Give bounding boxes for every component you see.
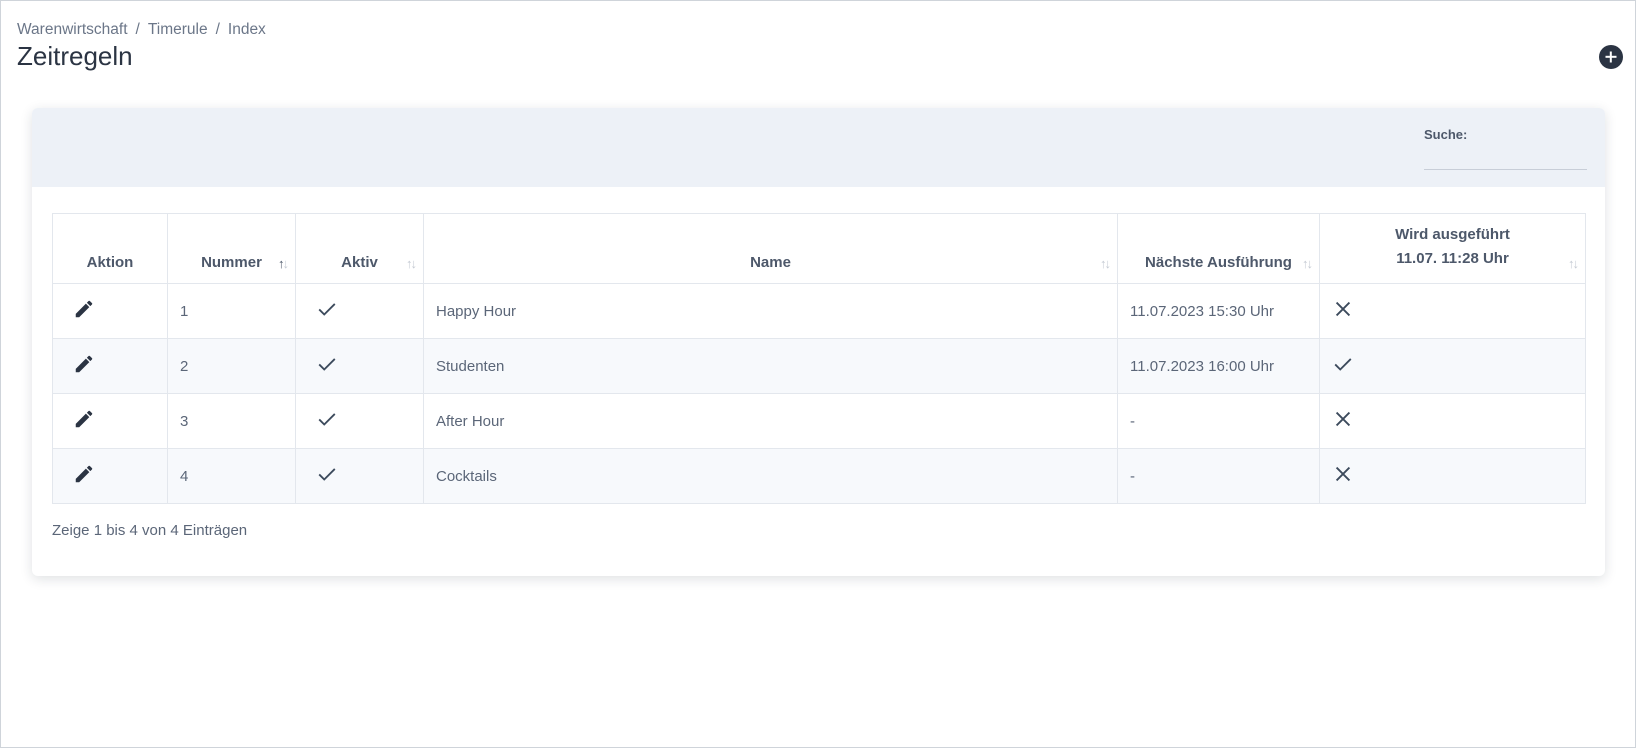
cell-wird-ausgefuehrt (1319, 448, 1586, 504)
check-icon (316, 353, 338, 375)
cell-wird-ausgefuehrt (1319, 338, 1586, 394)
cell-wird-ausgefuehrt (1319, 283, 1586, 339)
cell-aktiv (295, 393, 424, 449)
breadcrumb-separator: / (135, 21, 140, 38)
table-info: Zeige 1 bis 4 von 4 Einträgen (52, 522, 248, 539)
table-row: 2 Studenten 11.07.2023 16:00 Uhr (52, 338, 1586, 394)
cell-nummer: 3 (167, 393, 296, 449)
breadcrumb-item-warenwirtschaft[interactable]: Warenwirtschaft (17, 21, 128, 39)
sort-ascending-icon: ↑↓ (278, 256, 289, 271)
cell-name: Cocktails (423, 448, 1118, 504)
column-header-aktion: Aktion (52, 213, 168, 284)
sort-icon: ↑↓ (406, 256, 417, 271)
check-icon (316, 408, 338, 430)
close-icon (1332, 408, 1354, 430)
sort-icon: ↑↓ (1568, 256, 1579, 271)
cell-aktiv (295, 283, 424, 339)
pencil-icon[interactable] (73, 298, 95, 320)
column-header-naechste-ausfuehrung[interactable]: Nächste Ausführung ↑↓ (1117, 213, 1320, 284)
column-header-wird-ausgefuehrt[interactable]: Wird ausgeführt 11.07. 11:28 Uhr ↑↓ (1319, 213, 1586, 284)
cell-aktiv (295, 338, 424, 394)
table-row: 3 After Hour - (52, 393, 1586, 449)
breadcrumb-separator: / (215, 21, 220, 38)
add-button[interactable] (1599, 45, 1623, 69)
cell-name: After Hour (423, 393, 1118, 449)
pencil-icon[interactable] (73, 353, 95, 375)
search-input[interactable] (1424, 148, 1587, 170)
sort-icon: ↑↓ (1100, 256, 1111, 271)
cell-naechste-ausfuehrung: - (1117, 448, 1320, 504)
search-label: Suche: (1424, 127, 1468, 142)
pencil-icon[interactable] (73, 408, 95, 430)
cell-naechste-ausfuehrung: 11.07.2023 15:30 Uhr (1117, 283, 1320, 339)
cell-wird-ausgefuehrt (1319, 393, 1586, 449)
card-header: Suche: (32, 108, 1605, 187)
table-row: 4 Cocktails - (52, 448, 1586, 504)
cell-nummer: 2 (167, 338, 296, 394)
cell-nummer: 4 (167, 448, 296, 504)
pencil-icon[interactable] (73, 463, 95, 485)
table-card: Suche: Aktion Nummer ↑↓ Aktiv ↑↓ Name ↑↓… (32, 108, 1605, 576)
cell-aktiv (295, 448, 424, 504)
check-icon (316, 463, 338, 485)
cell-aktion (52, 338, 168, 394)
cell-aktion (52, 393, 168, 449)
cell-aktion (52, 448, 168, 504)
breadcrumb: Warenwirtschaft / Timerule / Index (17, 21, 266, 39)
breadcrumb-item-timerule[interactable]: Timerule (148, 21, 208, 39)
cell-nummer: 1 (167, 283, 296, 339)
check-icon (1332, 353, 1354, 375)
cell-name: Studenten (423, 338, 1118, 394)
breadcrumb-item-index: Index (227, 21, 266, 38)
column-header-nummer[interactable]: Nummer ↑↓ (167, 213, 296, 284)
close-icon (1332, 463, 1354, 485)
cell-aktion (52, 283, 168, 339)
table-header-row: Aktion Nummer ↑↓ Aktiv ↑↓ Name ↑↓ Nächst… (52, 213, 1586, 284)
page: Warenwirtschaft / Timerule / Index Zeitr… (0, 0, 1636, 748)
timerule-table: Aktion Nummer ↑↓ Aktiv ↑↓ Name ↑↓ Nächst… (52, 213, 1586, 504)
column-header-name[interactable]: Name ↑↓ (423, 213, 1118, 284)
sort-icon: ↑↓ (1302, 256, 1313, 271)
table-row: 1 Happy Hour 11.07.2023 15:30 Uhr (52, 283, 1586, 339)
cell-naechste-ausfuehrung: - (1117, 393, 1320, 449)
close-icon (1332, 298, 1354, 320)
column-header-aktiv[interactable]: Aktiv ↑↓ (295, 213, 424, 284)
page-title: Zeitregeln (17, 41, 133, 71)
cell-naechste-ausfuehrung: 11.07.2023 16:00 Uhr (1117, 338, 1320, 394)
check-icon (316, 298, 338, 320)
cell-name: Happy Hour (423, 283, 1118, 339)
